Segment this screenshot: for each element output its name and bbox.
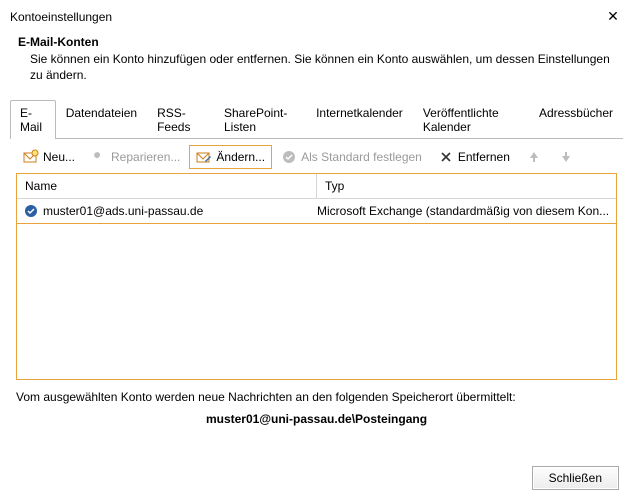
- tab-internetcal[interactable]: Internetkalender: [306, 100, 413, 139]
- account-name: muster01@ads.uni-passau.de: [43, 204, 203, 218]
- close-icon[interactable]: ✕: [603, 8, 623, 25]
- accounts-table: Name Typ muster01@ads.uni-passau.de Micr…: [16, 173, 617, 380]
- default-button[interactable]: Als Standard festlegen: [274, 145, 429, 169]
- new-button[interactable]: Neu...: [16, 145, 82, 169]
- delivery-message: Vom ausgewählten Konto werden neue Nachr…: [0, 380, 633, 408]
- tab-email[interactable]: E-Mail: [10, 100, 56, 139]
- tab-rss[interactable]: RSS-Feeds: [147, 100, 214, 139]
- remove-button[interactable]: Entfernen: [431, 145, 517, 169]
- window-title: Kontoeinstellungen: [10, 10, 112, 24]
- tab-bar: E-Mail Datendateien RSS-Feeds SharePoint…: [10, 99, 623, 139]
- repair-button[interactable]: Reparieren...: [84, 145, 187, 169]
- arrow-down-icon: [558, 149, 574, 165]
- tab-datafiles[interactable]: Datendateien: [56, 100, 147, 139]
- x-icon: [438, 149, 454, 165]
- col-type[interactable]: Typ: [317, 174, 616, 198]
- new-label: Neu...: [43, 150, 75, 164]
- default-label: Als Standard festlegen: [301, 150, 422, 164]
- tab-addressbooks[interactable]: Adressbücher: [529, 100, 623, 139]
- col-name[interactable]: Name: [17, 174, 317, 198]
- mail-edit-icon: [196, 149, 212, 165]
- header-subtitle: Sie können ein Konto hinzufügen oder ent…: [18, 51, 615, 83]
- header-title: E-Mail-Konten: [18, 35, 615, 49]
- tab-sharepoint[interactable]: SharePoint-Listen: [214, 100, 306, 139]
- tab-pubcal[interactable]: Veröffentlichte Kalender: [413, 100, 529, 139]
- change-button[interactable]: Ändern...: [189, 145, 272, 169]
- check-circle-icon: [23, 203, 39, 219]
- arrow-up-icon: [526, 149, 542, 165]
- close-button[interactable]: Schließen: [532, 466, 619, 490]
- check-circle-icon: [281, 149, 297, 165]
- delivery-path: muster01@uni-passau.de\Posteingang: [0, 408, 633, 436]
- move-up-button[interactable]: [519, 145, 549, 169]
- table-row[interactable]: muster01@ads.uni-passau.de Microsoft Exc…: [17, 199, 616, 224]
- wrench-icon: [91, 149, 107, 165]
- remove-label: Entfernen: [458, 150, 510, 164]
- account-type: Microsoft Exchange (standardmäßig von di…: [317, 204, 610, 218]
- toolbar: Neu... Reparieren... Ändern... Als Stand…: [0, 139, 633, 173]
- move-down-button[interactable]: [551, 145, 581, 169]
- repair-label: Reparieren...: [111, 150, 180, 164]
- mail-new-icon: [23, 149, 39, 165]
- change-label: Ändern...: [216, 150, 265, 164]
